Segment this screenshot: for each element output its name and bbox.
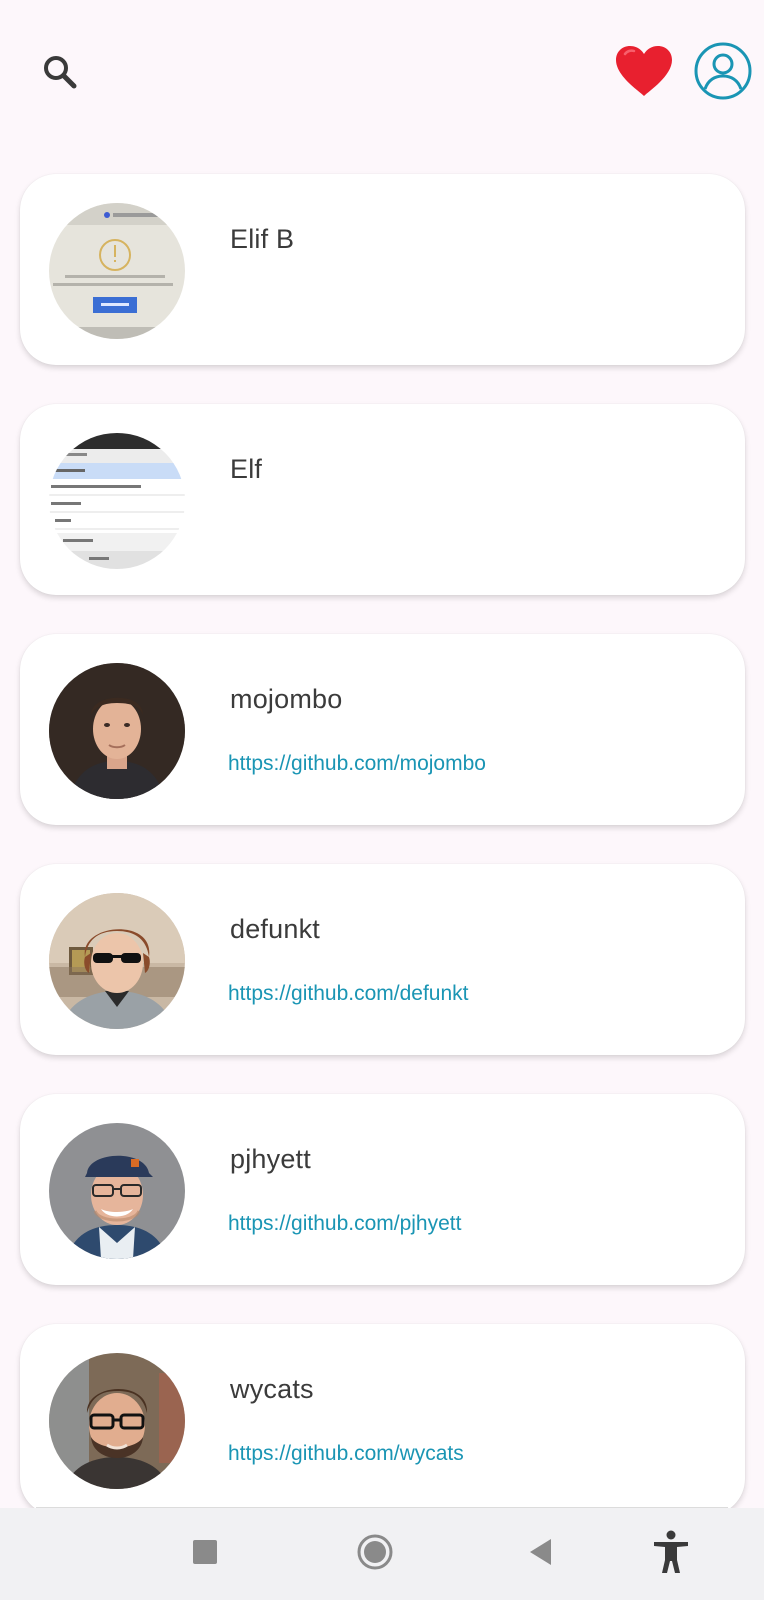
back-button[interactable] (513, 1526, 569, 1582)
recents-button[interactable] (177, 1526, 233, 1582)
user-avatar (49, 1353, 185, 1489)
accessibility-icon (651, 1530, 691, 1579)
system-nav-bar (0, 1508, 764, 1600)
recents-square-icon (191, 1538, 219, 1571)
user-avatar (49, 663, 185, 799)
user-avatar (49, 1123, 185, 1259)
user-name: wycats (230, 1374, 314, 1404)
user-profile-link[interactable]: https://github.com/defunkt (228, 982, 468, 1006)
user-card[interactable]: Elif B (20, 174, 745, 365)
user-avatar (49, 203, 185, 339)
user-list[interactable]: Elif B Elf mojombo https://github.com/mo… (0, 0, 764, 1508)
user-avatar (49, 433, 185, 569)
user-card[interactable]: mojombo https://github.com/mojombo (20, 634, 745, 825)
home-button[interactable] (347, 1526, 403, 1582)
user-card[interactable]: pjhyett https://github.com/pjhyett (20, 1094, 745, 1285)
user-card[interactable]: wycats https://github.com/wycats (20, 1324, 745, 1508)
user-name: pjhyett (230, 1144, 311, 1174)
user-name: defunkt (230, 914, 320, 944)
user-profile-link[interactable]: https://github.com/pjhyett (228, 1212, 461, 1236)
user-card[interactable]: defunkt https://github.com/defunkt (20, 864, 745, 1055)
user-name: mojombo (230, 684, 343, 714)
back-triangle-icon (527, 1537, 555, 1572)
user-name: Elf (230, 454, 263, 484)
user-profile-link[interactable]: https://github.com/mojombo (228, 752, 486, 776)
user-card[interactable]: Elf (20, 404, 745, 595)
accessibility-button[interactable] (643, 1526, 699, 1582)
user-avatar (49, 893, 185, 1029)
user-profile-link[interactable]: https://github.com/wycats (228, 1442, 464, 1466)
home-circle-icon (355, 1532, 395, 1577)
user-name: Elif B (230, 224, 295, 254)
